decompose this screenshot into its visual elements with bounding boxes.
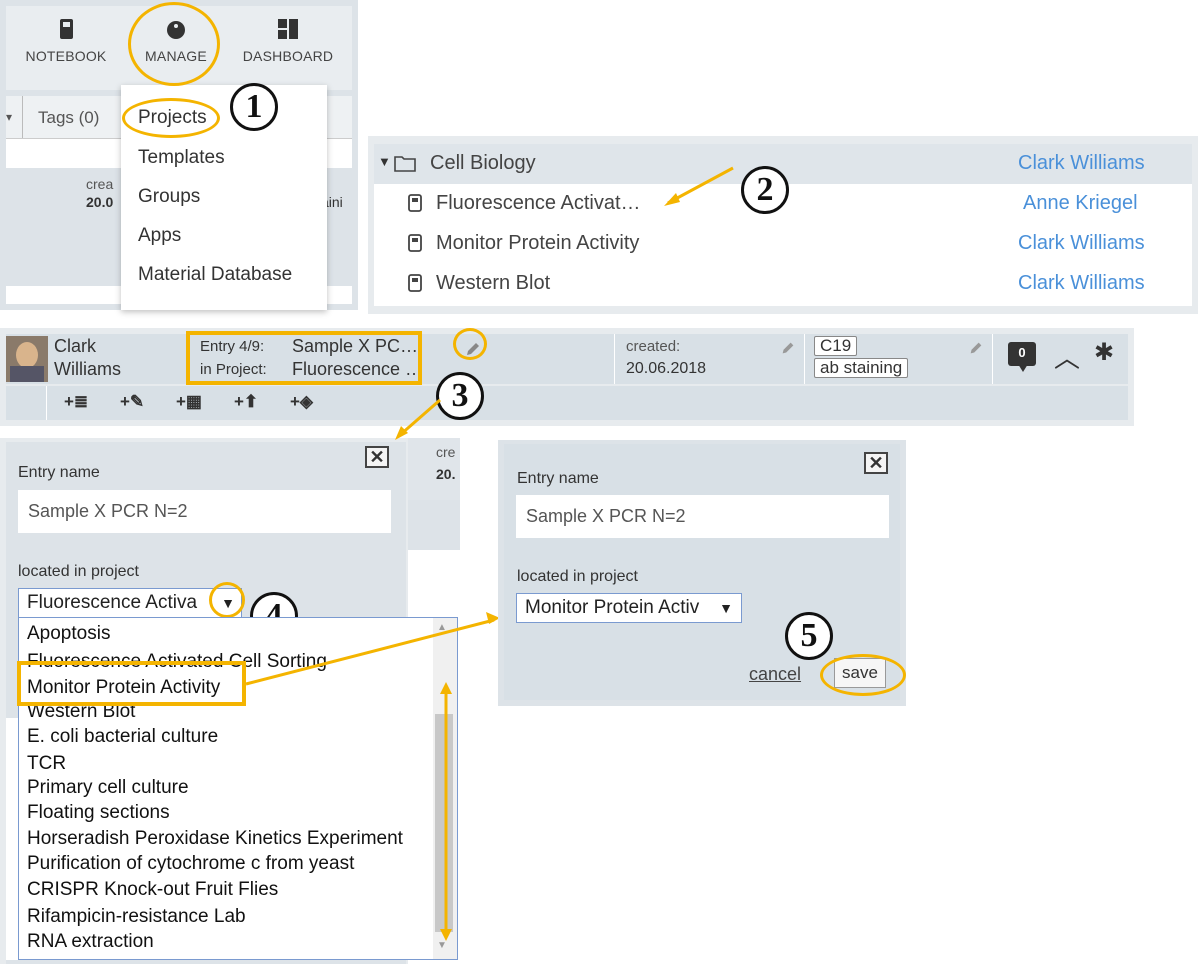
tags-tab[interactable]: Tags (0)	[38, 108, 99, 128]
close-dialog-button[interactable]: ✕	[365, 446, 389, 468]
notebook-label: NOTEBOOK	[25, 48, 107, 64]
project-label: located in project	[517, 568, 638, 585]
bg-created-fragment: cre	[436, 444, 456, 460]
projects-highlight-ring	[122, 98, 220, 138]
list-item[interactable]: Horseradish Peroxidase Kinetics Experime…	[27, 828, 403, 850]
project-owner[interactable]: Clark Williams	[1018, 272, 1145, 295]
menu-item-material-database[interactable]: Material Database	[138, 264, 292, 286]
step-2-badge: 2	[741, 166, 789, 214]
project-name: Fluorescence Activat…	[436, 192, 641, 214]
step-5-badge: 5	[785, 612, 833, 660]
project-owner[interactable]: Clark Williams	[1018, 232, 1145, 255]
dashboard-label: DASHBOARD	[242, 48, 334, 64]
list-item[interactable]: Rifampicin-resistance Lab	[27, 906, 246, 928]
add-text-icon[interactable]: +≣	[64, 392, 88, 412]
dropdown-arrow-icon[interactable]: ▼	[719, 594, 733, 622]
comment-count: 0	[1018, 345, 1026, 360]
dashboard-button[interactable]: DASHBOARD	[238, 18, 338, 64]
entry-header-panel: Clark Williams Entry 4/9: Sample X PC… i…	[0, 328, 1134, 426]
entry-name-label: Entry name	[517, 470, 599, 487]
scroll-up-icon[interactable]: ▲	[437, 622, 447, 633]
notebook-button[interactable]: NOTEBOOK	[16, 18, 116, 64]
entry-name-input[interactable]: Sample X PCR N=2	[516, 495, 889, 538]
entry-name-input[interactable]: Sample X PCR N=2	[18, 490, 391, 533]
collapse-icon[interactable]: ︿	[1054, 338, 1080, 375]
list-item[interactable]: RNA extraction	[27, 931, 154, 953]
created-date: 20.06.2018	[626, 360, 707, 377]
project-tree-panel: ▼ Cell Biology Clark Williams Fluorescen…	[368, 136, 1198, 314]
save-highlight-ring	[820, 654, 906, 696]
list-item[interactable]: TCR	[27, 753, 66, 775]
menu-item-groups[interactable]: Groups	[138, 186, 200, 208]
notebook-icon	[408, 234, 422, 252]
arrow-highlight-ring	[209, 582, 245, 618]
comments-icon[interactable]: 0	[1008, 342, 1036, 366]
edit-date-icon[interactable]	[780, 340, 796, 356]
project-owner[interactable]: Anne Kriegel	[1023, 192, 1138, 215]
add-sketch-icon[interactable]: +✎	[120, 392, 144, 412]
cancel-link[interactable]: cancel	[749, 664, 801, 685]
entry-name-label: Entry name	[18, 464, 100, 481]
created-fragment: crea	[86, 176, 114, 192]
entry-header-bar: Clark Williams Entry 4/9: Sample X PC… i…	[6, 334, 1128, 384]
bg-date-fragment: 20.	[436, 466, 456, 482]
project-name: Monitor Protein Activity	[436, 232, 640, 254]
created-label: created:	[626, 338, 681, 355]
list-item[interactable]: Primary cell culture	[27, 777, 189, 799]
tag-badge[interactable]: ab staining	[814, 358, 909, 378]
list-item[interactable]: Purification of cytochrome c from yeast	[27, 853, 354, 875]
edit-tags-icon[interactable]	[968, 340, 984, 356]
step-1-badge: 1	[230, 83, 278, 131]
menu-item-apps[interactable]: Apps	[138, 225, 181, 247]
folder-icon	[394, 156, 416, 172]
folder-owner[interactable]: Clark Williams	[1018, 152, 1145, 175]
add-table-icon[interactable]: +▦	[176, 392, 202, 412]
pencil-highlight-ring	[453, 328, 487, 360]
project-select[interactable]: Monitor Protein Activ ▼	[516, 593, 742, 623]
list-item[interactable]: Floating sections	[27, 802, 170, 824]
project-label: located in project	[18, 563, 139, 580]
user-first-name: Clark	[54, 336, 97, 356]
project-name: Western Blot	[436, 272, 551, 294]
project-select-value: Monitor Protein Activ	[525, 597, 700, 618]
notebook-icon	[408, 274, 422, 292]
list-item[interactable]: CRISPR Knock-out Fruit Flies	[27, 879, 278, 901]
expand-arrow-icon[interactable]: ▼	[378, 154, 391, 169]
manage-highlight-ring	[128, 2, 220, 86]
project-row[interactable]: Monitor Protein Activity Clark Williams	[374, 224, 1192, 264]
menu-item-templates[interactable]: Templates	[138, 147, 225, 169]
list-item[interactable]: Apoptosis	[27, 623, 110, 645]
notebook-icon	[60, 19, 73, 39]
add-upload-icon[interactable]: +⬆	[234, 392, 258, 412]
settings-gear-icon[interactable]: ✱	[1094, 338, 1114, 367]
step-3-badge: 3	[436, 372, 484, 420]
folder-name: Cell Biology	[430, 152, 536, 174]
selected-item-highlight	[17, 661, 246, 706]
scrollbar-thumb[interactable]	[435, 714, 453, 932]
date-fragment: 20.0	[86, 194, 114, 210]
entry-toolbar: +≣ +✎ +▦ +⬆ +◈	[6, 386, 1128, 420]
close-dialog-button[interactable]: ✕	[864, 452, 888, 474]
tag-badge[interactable]: C19	[814, 336, 858, 356]
avatar	[6, 336, 48, 382]
project-select-value: Fluorescence Activa	[27, 592, 198, 613]
user-last-name: Williams	[54, 359, 121, 379]
project-row[interactable]: Western Blot Clark Williams	[374, 264, 1192, 304]
dashboard-icon	[278, 19, 298, 39]
entry-info-highlight	[186, 331, 422, 385]
notebook-icon	[408, 194, 422, 212]
scrollbar[interactable]: ▲ ▼	[433, 618, 457, 959]
add-sample-icon[interactable]: +◈	[290, 392, 313, 412]
list-item[interactable]: E. coli bacterial culture	[27, 726, 218, 748]
project-list: ▼ Cell Biology Clark Williams Fluorescen…	[374, 144, 1192, 306]
scroll-down-icon[interactable]: ▼	[437, 940, 447, 951]
